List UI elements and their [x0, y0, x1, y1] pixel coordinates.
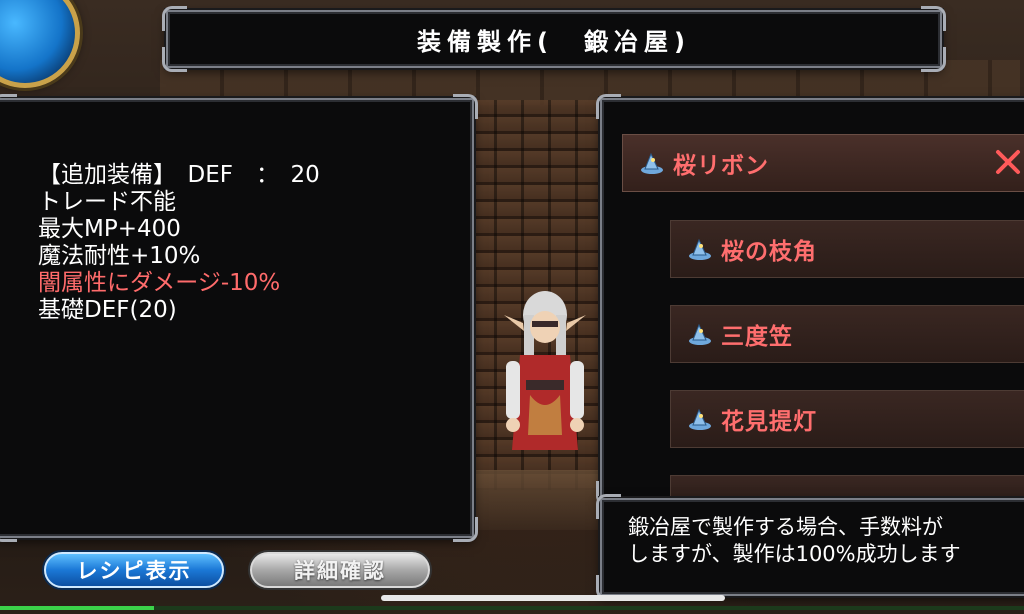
recipe-item-label: 桜の枝角 — [721, 239, 817, 265]
blacksmith-npc[interactable] — [490, 285, 600, 470]
recipe-item-label: 三度笠 — [721, 324, 793, 350]
message-text: 鍛冶屋で製作する場合、手数料が しますが、製作は100%成功します — [628, 514, 961, 568]
recipe-item[interactable]: 三度笠 — [670, 305, 1024, 363]
frame-corner-ornament — [921, 6, 946, 31]
item-info-panel: 【追加装備】 DEF ： 20 トレード不能 最大MP+400 魔法耐性+10%… — [0, 94, 478, 542]
frame-corner-ornament — [0, 94, 17, 119]
show-recipe-button[interactable]: レシピ表示 — [44, 552, 224, 588]
detail-check-button[interactable]: 詳細確認 — [250, 552, 430, 588]
progress-bar — [0, 606, 154, 610]
recipe-item-label: 花見提灯 — [721, 409, 817, 435]
frame-corner-ornament — [453, 94, 478, 119]
frame-corner-ornament — [162, 47, 187, 72]
page-title: 装備製作( 鍛冶屋) — [417, 27, 691, 56]
stat-line: 【追加装備】 DEF ： 20 — [38, 162, 320, 188]
item-stat-list: 【追加装備】 DEF ： 20 トレード不能 最大MP+400 魔法耐性+10%… — [38, 162, 320, 324]
recipe-item[interactable]: 花見提灯 — [670, 390, 1024, 448]
title-bar: 装備製作( 鍛冶屋) — [162, 6, 946, 72]
stat-line: 魔法耐性+10% — [38, 243, 201, 269]
stat-line-highlight: 闇属性にダメージ-10% — [38, 270, 281, 296]
stat-line: 基礎DEF(20) — [38, 297, 177, 323]
message-panel: 鍛冶屋で製作する場合、手数料が しますが、製作は100%成功します — [596, 494, 1024, 600]
progress-track — [0, 606, 1024, 610]
frame-corner-ornament — [596, 94, 621, 119]
home-indicator[interactable] — [381, 595, 725, 601]
recipe-item[interactable]: 桜の枝角 — [670, 220, 1024, 278]
wizard-hat-icon — [689, 323, 711, 345]
recipe-list-panel: 桜リボン 桜の枝角 三度笠 花見提灯 — [596, 94, 1024, 506]
message-line: しますが、製作は100%成功します — [628, 542, 961, 566]
recipe-item-selected[interactable]: 桜リボン — [622, 134, 1024, 192]
frame-corner-ornament — [596, 494, 621, 519]
message-line: 鍛冶屋で製作する場合、手数料が — [628, 515, 943, 539]
frame-corner-ornament — [162, 6, 187, 31]
frame-corner-ornament — [453, 517, 478, 542]
stat-line: 最大MP+400 — [38, 216, 181, 242]
recipe-item-label: 桜リボン — [673, 153, 769, 179]
wizard-hat-icon — [689, 238, 711, 260]
stat-line: トレード不能 — [38, 189, 176, 215]
frame-corner-ornament — [921, 47, 946, 72]
wizard-hat-icon — [689, 408, 711, 430]
frame-corner-ornament — [0, 517, 17, 542]
close-icon[interactable] — [991, 145, 1024, 179]
wizard-hat-icon — [641, 152, 663, 174]
